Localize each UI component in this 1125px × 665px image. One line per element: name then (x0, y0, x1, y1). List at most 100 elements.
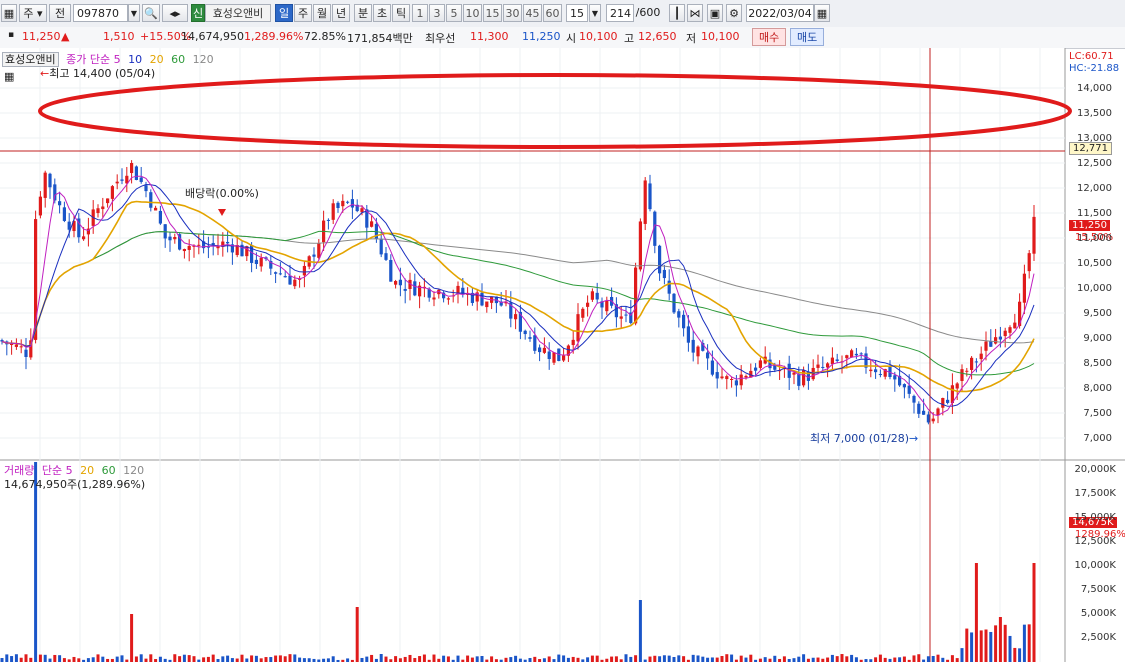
candle-body (278, 273, 282, 275)
chart-area[interactable]: 효성오앤비 종가 단순 5 10 20 60 120 ▦ LC:60.71 HC… (0, 48, 1125, 662)
trade-amount: 171,854백만 (347, 32, 413, 45)
candle-body (605, 300, 609, 312)
interval-button-7[interactable]: 60 (543, 4, 562, 22)
volume-bar (667, 655, 671, 662)
candle-body (134, 166, 138, 180)
volume-bar (715, 657, 719, 662)
volume-bar (182, 654, 186, 662)
market-mode-select[interactable]: 주 ▾ (19, 4, 47, 22)
candle-body (734, 380, 738, 386)
period-tab-4[interactable]: 분 (354, 4, 372, 22)
volume-bar (758, 658, 762, 662)
search-icon[interactable]: 🔍 (142, 4, 160, 22)
volume-bar (24, 654, 28, 662)
period-tab-2[interactable]: 월 (313, 4, 331, 22)
collapse-icon[interactable]: ▪ (8, 30, 14, 40)
grid-menu-icon[interactable]: ▦ (1, 4, 17, 22)
calendar-icon[interactable]: ▦ (814, 4, 830, 22)
volume-bar (893, 657, 897, 662)
best-quote-label: 최우선 (425, 32, 456, 45)
candle-body (758, 360, 762, 368)
price-tick-label: 12,000 (1077, 183, 1112, 194)
volume-bar (509, 657, 513, 662)
candle-body (14, 344, 18, 347)
candle-body (946, 399, 950, 403)
price-tick-label: 12,500 (1077, 158, 1112, 169)
candle-body (120, 179, 124, 181)
candle-body (62, 207, 66, 221)
period-tab-3[interactable]: 년 (332, 4, 350, 22)
candle-body (58, 201, 62, 206)
volume-bar (394, 656, 398, 662)
code-dropdown-icon[interactable]: ▼ (128, 4, 140, 22)
volume-bar (629, 656, 633, 662)
stock-code-input[interactable]: 097870 (73, 4, 128, 22)
volume-bar (744, 657, 748, 662)
price-tick-label: 13,000 (1077, 133, 1112, 144)
candle-body (792, 372, 796, 375)
interval-button-2[interactable]: 5 (446, 4, 462, 22)
interval-button-0[interactable]: 1 (412, 4, 428, 22)
buy-button[interactable]: 매수 (752, 28, 787, 46)
candle-body (902, 384, 906, 388)
candle-body (571, 339, 575, 346)
candle-body (941, 398, 945, 408)
volume-bar (278, 655, 282, 662)
volume-bar (677, 655, 681, 662)
candle-body (48, 173, 52, 188)
candle-body (24, 349, 28, 357)
interval-button-4[interactable]: 15 (483, 4, 502, 22)
candle-body (115, 181, 119, 184)
period-tab-6[interactable]: 틱 (392, 4, 410, 22)
volume-bar (571, 656, 575, 662)
candle-body (859, 353, 863, 355)
interval-value[interactable]: 15 (566, 4, 588, 22)
price-change: 1,510 (103, 30, 135, 43)
sell-button[interactable]: 매도 (790, 28, 825, 46)
panel-grid-icon[interactable]: ▦ (4, 70, 14, 83)
volume-bar (811, 657, 815, 662)
interval-button-5[interactable]: 30 (503, 4, 522, 22)
candle-body (317, 243, 321, 258)
volume-bar (456, 655, 460, 662)
candle-body (158, 210, 162, 224)
volume-bar (562, 655, 566, 662)
hc-value: HC:-21.88 (1069, 63, 1120, 74)
compare-icon[interactable]: ⋈ (687, 4, 703, 22)
candle-body (149, 192, 153, 208)
candle-body (677, 311, 681, 318)
candlestick-chart[interactable] (0, 48, 1125, 662)
volume-bar (120, 655, 124, 662)
volume-bar (413, 658, 417, 662)
candle-body (379, 238, 383, 255)
volume-bar (883, 657, 887, 662)
volume-bar (528, 658, 532, 662)
volume-bar (802, 654, 806, 662)
candle-body (384, 253, 388, 260)
chart-type-icon[interactable]: ┃ (669, 4, 685, 22)
save-icon[interactable]: ▣ (707, 4, 723, 22)
date-input[interactable]: 2022/03/04 (746, 4, 814, 22)
period-tab-5[interactable]: 초 (373, 4, 391, 22)
candle-body (398, 279, 402, 286)
settings-icon[interactable]: ⚙ (726, 4, 742, 22)
volume-bar (854, 657, 858, 662)
exchange-select[interactable]: 전 (49, 4, 71, 22)
interval-button-6[interactable]: 45 (523, 4, 542, 22)
speaker-icon[interactable]: ◂▸ (162, 4, 188, 22)
interval-button-3[interactable]: 10 (463, 4, 482, 22)
volume-bar (826, 657, 830, 662)
candle-body (38, 196, 42, 216)
volume-bar (1008, 635, 1012, 662)
count-input[interactable]: 214 (606, 4, 634, 22)
volume-bar (211, 654, 215, 662)
period-tab-0[interactable]: 일 (275, 4, 293, 22)
interval-dropdown-icon[interactable]: ▼ (589, 4, 601, 22)
interval-button-1[interactable]: 3 (429, 4, 445, 22)
volume-bar (614, 656, 618, 662)
volume-bar (149, 654, 153, 662)
candle-body (346, 201, 350, 203)
candle-body (288, 275, 292, 285)
volume-bar (446, 656, 450, 662)
period-tab-1[interactable]: 주 (294, 4, 312, 22)
